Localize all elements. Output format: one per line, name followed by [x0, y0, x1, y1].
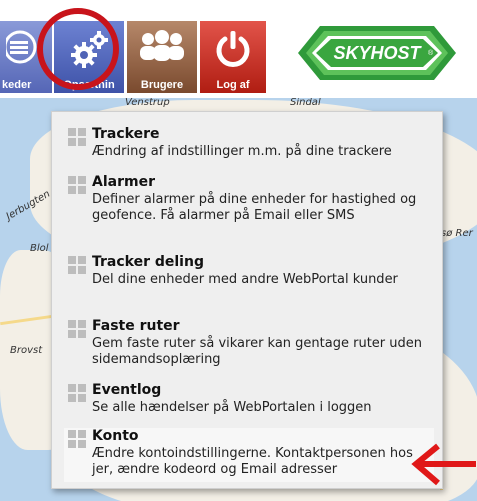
menu-item-desc: Definer alarmer på dine enheder for hast… [92, 192, 417, 223]
map-label: Brovst [10, 345, 43, 356]
grid-icon [68, 176, 86, 194]
menu-item-konto[interactable]: Konto Ændre kontoindstillingerne. Kontak… [64, 428, 434, 482]
menu-item-alarmer[interactable]: Alarmer Definer alarmer på dine enheder … [64, 174, 434, 246]
menu-item-title: Konto [92, 428, 139, 444]
settings-dropdown-menu: Trackere Ændring af indstillinger m.m. p… [51, 111, 443, 489]
menu-item-desc: Ændring af indstillinger m.m. på dine tr… [92, 144, 392, 159]
menu-item-desc: Ændre kontoindstillingerne. Kontaktperso… [92, 446, 413, 477]
highlight-circle [37, 8, 119, 90]
brugere-button[interactable]: Brugere [127, 21, 197, 93]
flaader-label: keder [2, 79, 32, 91]
map-label: Blol [30, 243, 49, 254]
grid-icon [68, 256, 86, 274]
grid-icon [68, 128, 86, 146]
red-arrow-annotation [411, 443, 476, 486]
menu-item-title: Tracker deling [92, 254, 204, 270]
users-icon [140, 30, 184, 61]
toolbar: keder Opsætnin Brugere Log af SKYHOST ® [0, 0, 477, 98]
menu-item-title: Trackere [92, 126, 160, 142]
menu-item-desc: Se alle hændelser på WebPortalen i logge… [92, 400, 372, 415]
menu-item-desc: Gem faste ruter så vikarer kan gentage r… [92, 336, 423, 367]
logo-mark: ® [428, 49, 434, 57]
menu-item-title: Eventlog [92, 382, 162, 398]
power-icon [216, 31, 250, 67]
menu-item-faste-ruter[interactable]: Faste ruter Gem faste ruter så vikarer k… [64, 318, 434, 374]
menu-item-trackere[interactable]: Trackere Ændring af indstillinger m.m. p… [64, 126, 434, 166]
skyhost-logo[interactable]: SKYHOST ® [288, 22, 466, 84]
brugere-label: Brugere [140, 79, 184, 91]
map-label: sø Rer [441, 228, 473, 239]
menu-item-title: Alarmer [92, 174, 155, 190]
grid-icon [68, 320, 86, 338]
map-label: Sindal [290, 97, 321, 108]
menu-item-desc: Del dine enheder med andre WebPortal kun… [92, 272, 398, 287]
logaf-button[interactable]: Log af [200, 21, 266, 93]
map-label: Venstrup [125, 97, 170, 108]
menu-item-title: Faste ruter [92, 318, 180, 334]
logo-text: SKYHOST [333, 43, 422, 63]
grid-icon [68, 384, 86, 402]
menu-item-eventlog[interactable]: Eventlog Se alle hændelser på WebPortale… [64, 382, 434, 422]
menu-item-tracker-deling[interactable]: Tracker deling Del dine enheder med andr… [64, 254, 434, 310]
logaf-label: Log af [216, 79, 250, 91]
grid-icon [68, 430, 86, 448]
